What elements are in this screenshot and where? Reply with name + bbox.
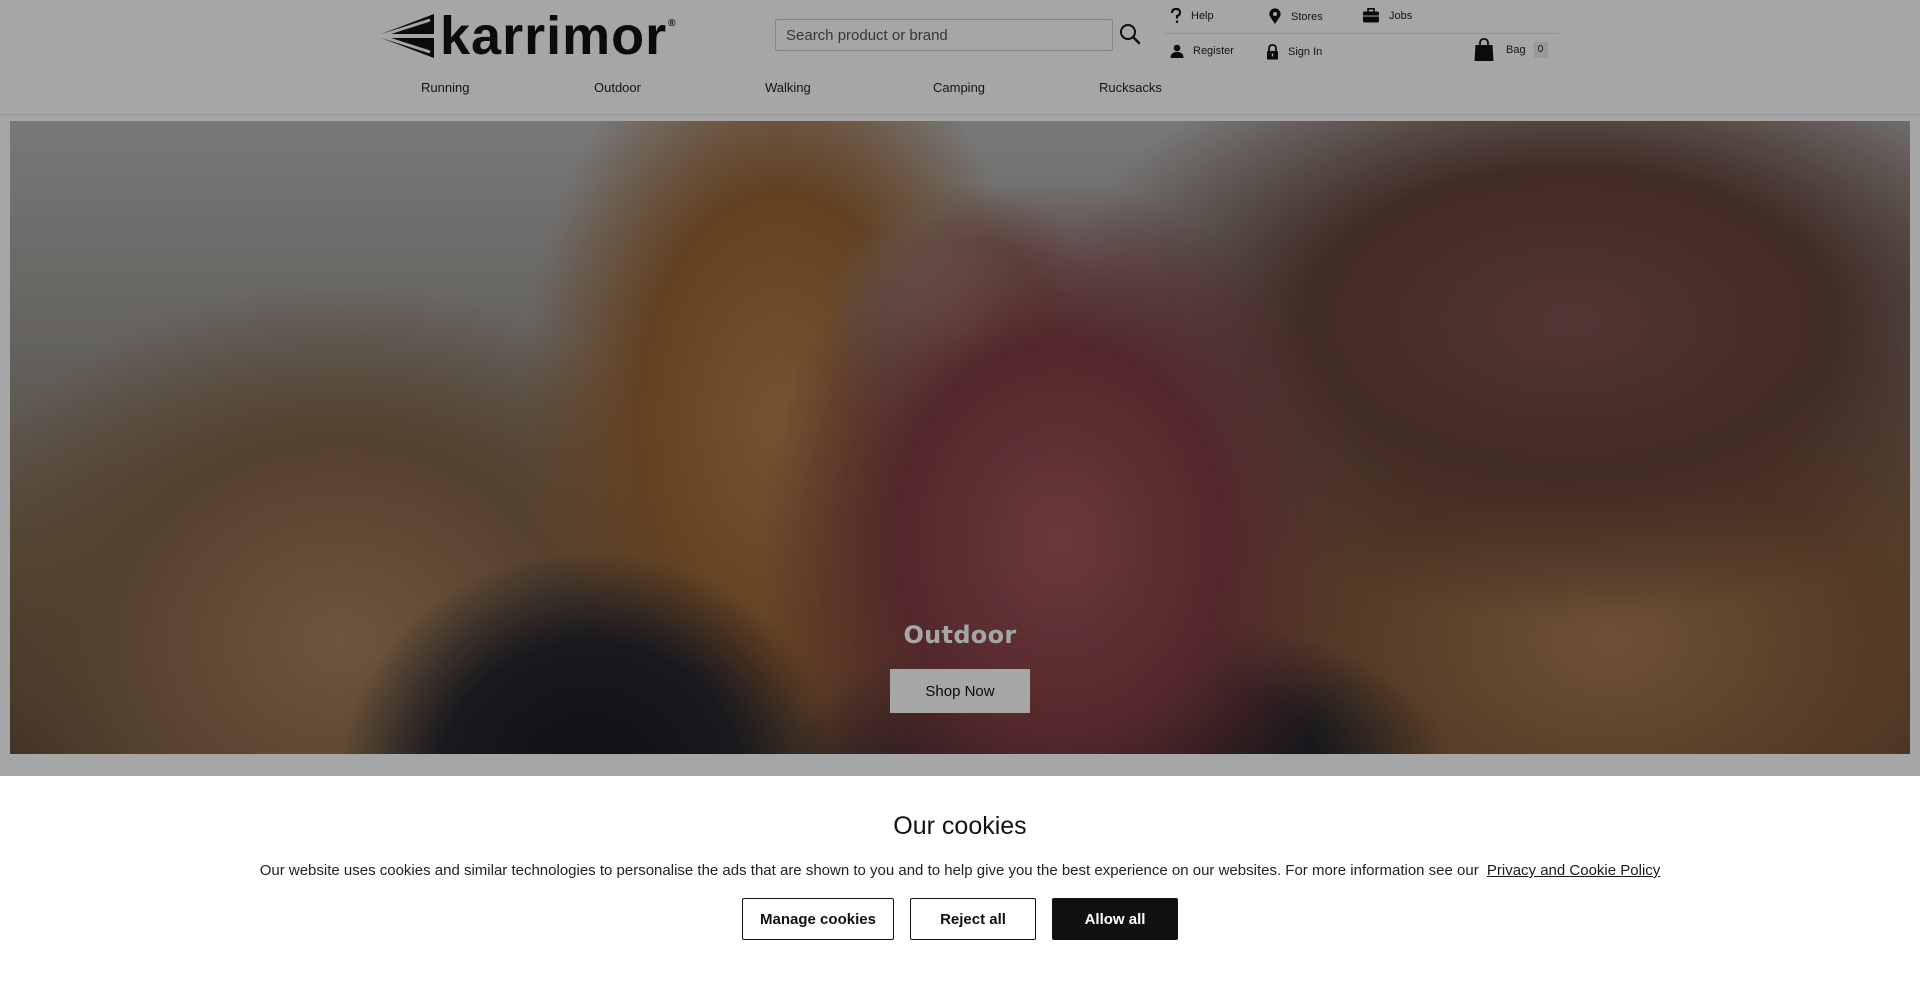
manage-cookies-button[interactable]: Manage cookies — [742, 898, 894, 940]
privacy-policy-link[interactable]: Privacy and Cookie Policy — [1487, 862, 1660, 879]
reject-all-button[interactable]: Reject all — [910, 898, 1036, 940]
allow-all-button[interactable]: Allow all — [1052, 898, 1178, 940]
cookie-text: Our website uses cookies and similar tec… — [259, 862, 1479, 879]
cookie-description: Our website uses cookies and similar tec… — [0, 862, 1920, 879]
cookie-title: Our cookies — [893, 812, 1027, 840]
cookie-banner: Our cookies Our website uses cookies and… — [0, 776, 1920, 993]
